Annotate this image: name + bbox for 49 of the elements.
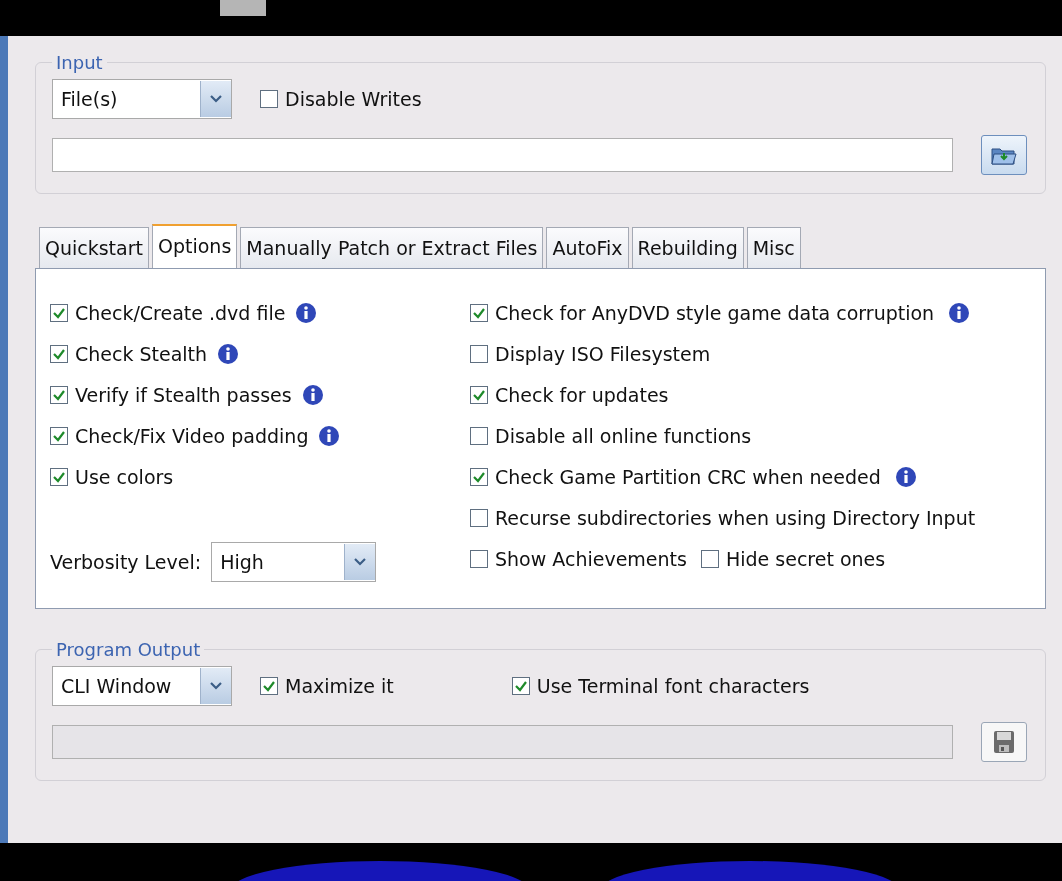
tab[interactable]: Rebuilding xyxy=(631,227,744,268)
verbosity-label: Verbosity Level: xyxy=(50,551,202,573)
checkbox-box[interactable] xyxy=(470,468,488,486)
checkbox-box[interactable] xyxy=(700,550,719,568)
chevron-down-icon xyxy=(200,81,231,117)
checkbox-box[interactable] xyxy=(470,386,488,404)
tab[interactable]: AutoFix xyxy=(546,227,629,268)
chevron-down-icon xyxy=(344,544,376,580)
output-dropdown[interactable]: CLI Window xyxy=(52,666,232,706)
checkbox-box[interactable] xyxy=(260,90,278,108)
checkbox-box[interactable] xyxy=(50,386,68,404)
info-icon[interactable] xyxy=(295,302,318,324)
checkbox[interactable]: Use colors xyxy=(50,466,174,488)
info-icon[interactable] xyxy=(318,425,341,447)
info-icon[interactable] xyxy=(217,343,240,365)
checkbox-box[interactable] xyxy=(50,304,68,322)
group-title: Input xyxy=(55,52,104,73)
checkbox-box[interactable] xyxy=(50,427,68,445)
checkbox-box[interactable] xyxy=(50,468,68,486)
checkbox-box[interactable] xyxy=(260,677,278,695)
save-button[interactable] xyxy=(981,722,1027,762)
info-icon[interactable] xyxy=(948,302,971,324)
checkbox-box[interactable] xyxy=(470,345,488,363)
info-icon[interactable] xyxy=(894,466,917,488)
checkbox-label: Maximize it xyxy=(285,675,394,697)
tab[interactable]: Quickstart xyxy=(39,227,149,268)
scroll-thumb[interactable] xyxy=(220,0,266,16)
verbosity-dropdown[interactable]: High xyxy=(211,542,377,582)
tab[interactable]: Misc xyxy=(746,227,801,268)
checkbox-box[interactable] xyxy=(470,550,488,568)
group-title: Program Output xyxy=(55,639,202,660)
tab[interactable]: Options xyxy=(152,224,238,269)
checkbox-label: Use colors xyxy=(75,466,174,488)
chevron-down-icon xyxy=(200,668,231,704)
checkbox-box[interactable] xyxy=(470,427,488,445)
path-field[interactable] xyxy=(52,138,953,172)
checkbox-box[interactable] xyxy=(511,677,530,695)
checkbox-box[interactable] xyxy=(50,345,68,363)
checkbox[interactable]: Check Stealth xyxy=(50,343,208,365)
browse-button[interactable] xyxy=(981,135,1027,175)
checkbox-box[interactable] xyxy=(470,509,488,527)
checkbox-label: Check Stealth xyxy=(75,343,208,365)
source-dropdown[interactable]: File(s) xyxy=(52,79,232,119)
checkbox-box[interactable] xyxy=(470,304,488,322)
checkbox[interactable]: Maximize it xyxy=(260,675,394,697)
info-icon[interactable] xyxy=(301,384,324,406)
tab[interactable]: Manually Patch or Extract Files xyxy=(240,227,544,268)
checkbox[interactable]: Disable Writes xyxy=(260,88,422,110)
checkbox-label: Disable Writes xyxy=(285,88,422,110)
